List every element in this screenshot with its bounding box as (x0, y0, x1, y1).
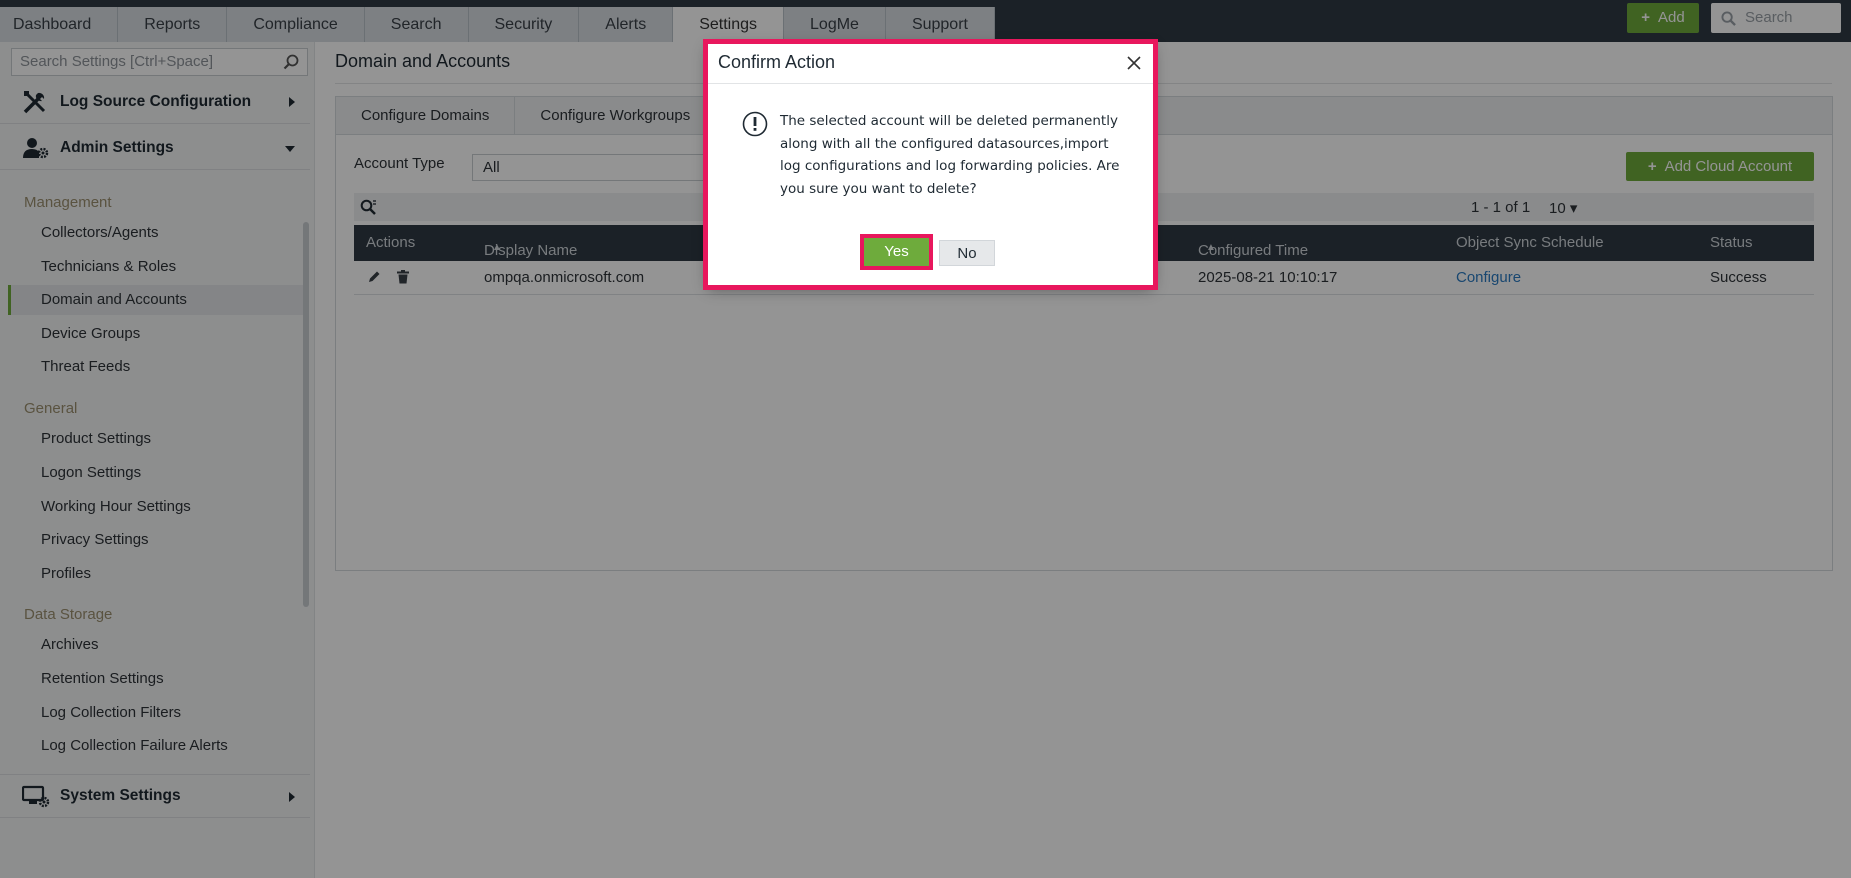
warning-icon (742, 111, 768, 137)
close-icon[interactable] (1127, 56, 1141, 70)
dialog-divider (708, 83, 1153, 84)
confirm-dialog: Confirm Action The selected account will… (703, 39, 1158, 290)
yes-button-highlight: Yes (860, 234, 933, 270)
yes-button[interactable]: Yes (864, 238, 929, 266)
dialog-message: The selected account will be deleted per… (780, 113, 1120, 197)
dialog-title: Confirm Action (718, 52, 836, 72)
no-button[interactable]: No (939, 240, 995, 266)
